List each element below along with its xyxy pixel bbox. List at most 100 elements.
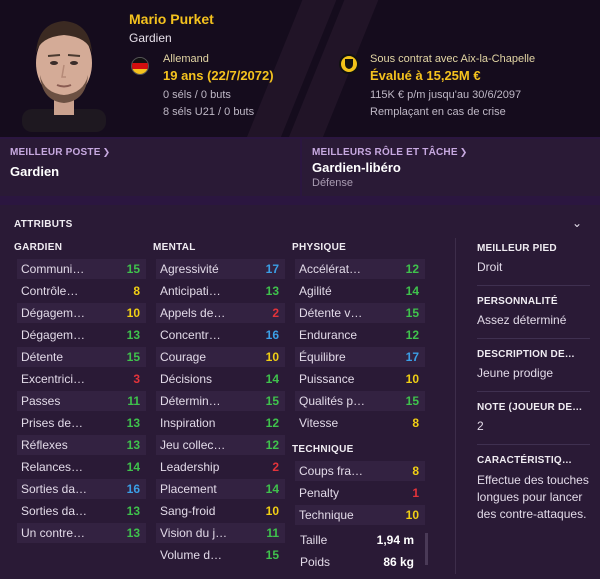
best-position-value: Gardien [10,164,60,179]
attribute-row[interactable]: Passes 11 [17,391,146,411]
attribute-row[interactable]: Équilibre 17 [295,347,425,367]
attribute-value: 10 [405,508,419,522]
attribute-row[interactable]: Sorties da… 13 [17,501,146,521]
attribute-value: 15 [405,394,419,408]
attribute-label: Relances… [21,460,84,474]
player-position: Gardien [129,31,172,45]
attribute-label: Technique [299,508,354,522]
attribute-row[interactable]: Courage 10 [156,347,285,367]
personality-title: PERSONNALITÉ [477,296,558,307]
attribute-value: 11 [127,394,140,408]
u21-caps: 8 séls U21 / 0 buts [163,106,255,118]
attribute-row[interactable]: Coups fra… 8 [295,461,425,481]
attribute-row[interactable]: Appels de… 2 [156,303,285,323]
attribute-row[interactable]: Penalty 1 [295,483,425,503]
attribute-row[interactable]: Agressivité 17 [156,259,285,279]
attribute-row[interactable]: Endurance 12 [295,325,425,345]
attribute-row[interactable]: Accélérat… 12 [295,259,425,279]
attribute-row[interactable]: Volume d… 15 [156,545,285,565]
attribute-value: 11 [266,526,279,540]
attribute-value: 13 [265,284,279,298]
attribute-row[interactable]: Puissance 10 [295,369,425,389]
attribute-row[interactable]: Un contre… 13 [17,523,146,543]
attribute-row[interactable]: Prises de… 13 [17,413,146,433]
club-badge-icon[interactable] [339,54,359,74]
attribute-label: Appels de… [160,306,226,320]
attribute-label: Prises de… [21,416,84,430]
attribute-label: Puissance [299,372,355,386]
attribute-row[interactable]: Sorties da… 16 [17,479,146,499]
attribute-label: Détermin… [160,394,221,408]
attribute-value: 12 [265,438,279,452]
attribute-label: Équilibre [299,350,346,364]
attribute-value: 8 [412,464,419,478]
height-value: 1,94 m [376,533,414,547]
chevron-down-icon[interactable]: ⌄ [572,216,582,230]
attribute-row[interactable]: Dégagem… 10 [17,303,146,323]
info-separator [477,285,590,286]
attribute-value: 15 [405,306,419,320]
attribute-label: Qualités p… [299,394,366,408]
attribute-label: Agilité [299,284,332,298]
attribute-label: Volume d… [160,548,223,562]
attribute-value: 13 [126,328,140,342]
attribute-row[interactable]: Concentr… 16 [156,325,285,345]
scrollbar[interactable] [425,533,428,565]
chevron-right-icon: ❯ [459,147,468,157]
attribute-row[interactable]: Détente v… 15 [295,303,425,323]
attribute-value: 10 [265,504,279,518]
attribute-row[interactable]: Vitesse 8 [295,413,425,433]
attribute-row[interactable]: Jeu collec… 12 [156,435,285,455]
height-row: Taille 1,94 m [296,533,420,549]
attribute-row[interactable]: Inspiration 12 [156,413,285,433]
traits-title: CARACTÉRISTIQ… [477,455,573,466]
player-header: Mario Purket Gardien Allemand 19 ans (22… [0,0,600,137]
attribute-value: 17 [405,350,419,364]
attribute-row[interactable]: Décisions 14 [156,369,285,389]
attribute-row[interactable]: Contrôle… 8 [17,281,146,301]
weight-label: Poids [300,555,331,569]
best-position-link[interactable]: MEILLEUR POSTE ❯ [10,147,110,158]
attribute-row[interactable]: Détermin… 15 [156,391,285,411]
attribute-label: Contrôle… [21,284,79,298]
attribute-label: Décisions [160,372,213,386]
attribute-row[interactable]: Relances… 14 [17,457,146,477]
attribute-row[interactable]: Anticipati… 13 [156,281,285,301]
attribute-row[interactable]: Leadership 2 [156,457,285,477]
best-role-value: Gardien-libéro [312,160,401,175]
attribute-label: Placement [160,482,217,496]
attribute-row[interactable]: Dégagem… 13 [17,325,146,345]
squad-status: Remplaçant en cas de crise [370,106,506,118]
attribute-label: Détente v… [299,306,363,320]
attribute-row[interactable]: Excentrici… 3 [17,369,146,389]
nationality[interactable]: Allemand [163,53,209,65]
preferred-foot-value: Droit [477,260,503,274]
best-role-panel: MEILLEURS RÔLE ET TÂCHE ❯ Gardien-libéro … [302,139,600,196]
attribute-label: Sorties da… [21,504,88,518]
rating-title: NOTE (JOUEUR DE… [477,402,583,413]
attribute-value: 10 [265,350,279,364]
attribute-value: 2 [272,306,279,320]
attribute-row[interactable]: Sang-froid 10 [156,501,285,521]
attribute-row[interactable]: Agilité 14 [295,281,425,301]
rating-value: 2 [477,419,484,433]
attribute-row[interactable]: Qualités p… 15 [295,391,425,411]
best-role-link[interactable]: MEILLEURS RÔLE ET TÂCHE ❯ [312,147,467,158]
info-separator [477,391,590,392]
attribute-row[interactable]: Placement 14 [156,479,285,499]
attribute-label: Dégagem… [21,306,86,320]
attribute-row[interactable]: Réflexes 13 [17,435,146,455]
attribute-label: Jeu collec… [160,438,226,452]
description-value: Jeune prodige [477,366,554,380]
attribute-row[interactable]: Vision du j… 11 [156,523,285,543]
attribute-label: Accélérat… [299,262,362,276]
contract-club[interactable]: Sous contrat avec Aix-la-Chapelle [370,53,535,65]
attribute-value: 17 [265,262,279,276]
attribute-row[interactable]: Communi… 15 [17,259,146,279]
attribute-label: Leadership [160,460,220,474]
attribute-value: 13 [126,526,140,540]
attribute-row[interactable]: Détente 15 [17,347,146,367]
player-age: 19 ans (22/7/2072) [163,68,274,83]
attribute-row[interactable]: Technique 10 [295,505,425,525]
personality-value: Assez déterminé [477,313,567,327]
